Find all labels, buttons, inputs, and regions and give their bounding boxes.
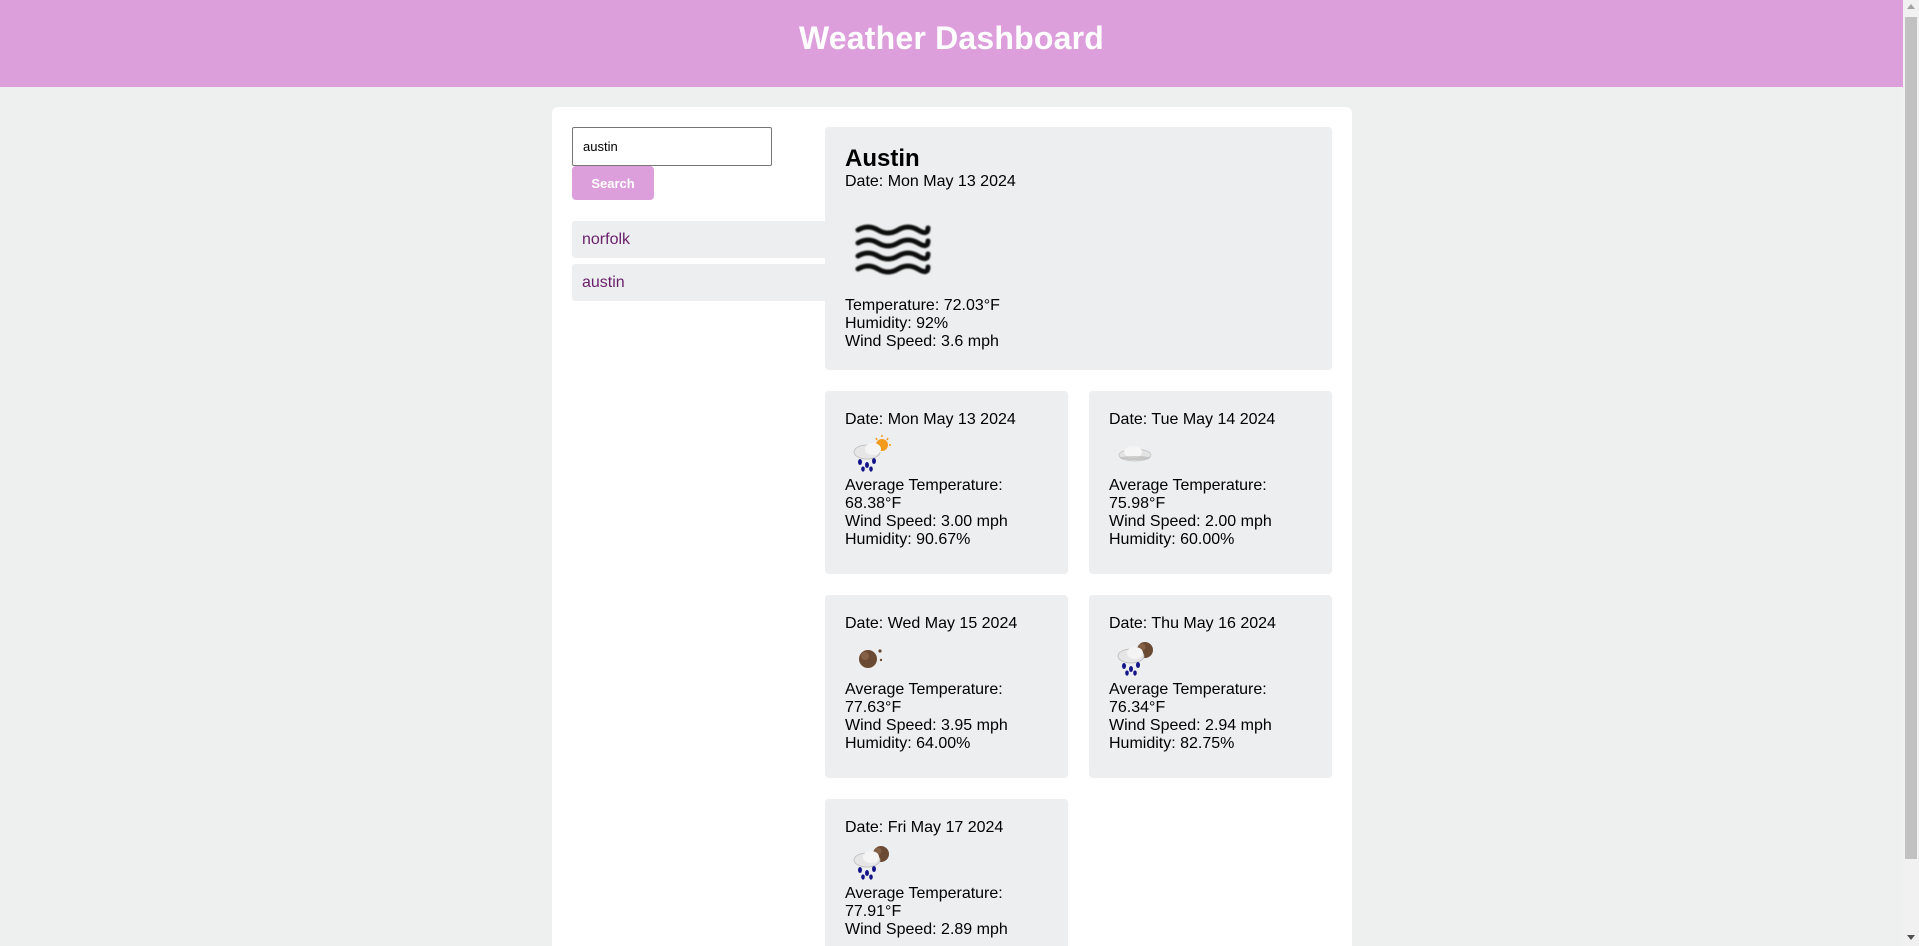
current-humidity: Humidity: 92% [845, 315, 949, 332]
forecast-date: Date: Mon May 13 2024 [845, 411, 1016, 428]
forecast-card: Date: Thu May 16 2024 Average Temperatur… [1089, 595, 1332, 778]
forecast-average-temperature: 76.34°F [1109, 699, 1166, 716]
forecast-date: Date: Thu May 16 2024 [1109, 615, 1276, 632]
rain-moon-icon [1117, 642, 1153, 676]
current-temperature: Temperature: 72.03°F [845, 297, 1000, 314]
forecast-average-temperature-label: Average Temperature: [845, 681, 1003, 698]
scroll-down-arrow-icon[interactable] [1907, 935, 1915, 940]
forecast-wind-speed: Wind Speed: 2.00 mph [1109, 513, 1272, 530]
dashboard-container: Search norfolk austin Austin Date: Mon M… [552, 107, 1352, 946]
rain-sun-icon [853, 435, 891, 472]
forecast-average-temperature: 77.63°F [845, 699, 902, 716]
forecast-wind-speed: Wind Speed: 2.94 mph [1109, 717, 1272, 734]
forecast-humidity: Humidity: 90.67% [845, 531, 971, 548]
rain-moon-icon [853, 846, 889, 880]
forecast-date: Date: Tue May 14 2024 [1109, 411, 1276, 428]
mist-icon [855, 224, 931, 275]
forecast-average-temperature: 75.98°F [1109, 495, 1166, 512]
forecast-card: Date: Wed May 15 2024 Average Temperatur… [825, 595, 1068, 778]
forecast-date: Date: Fri May 17 2024 [845, 819, 1004, 836]
cloud-icon [1118, 446, 1152, 462]
history-item-austin[interactable]: austin [572, 264, 825, 301]
forecast-humidity: Humidity: 64.00% [845, 735, 971, 752]
forecast-wind-speed: Wind Speed: 3.95 mph [845, 717, 1008, 734]
scroll-up-arrow-icon[interactable] [1907, 4, 1915, 9]
page-title: Weather Dashboard [798, 20, 1105, 56]
forecast-humidity: Humidity: 82.75% [1109, 735, 1235, 752]
forecast-wind-speed: Wind Speed: 2.89 mph [845, 921, 1008, 938]
app-header: Weather Dashboard [0, 0, 1903, 87]
forecast-average-temperature: 68.38°F [845, 495, 902, 512]
forecast-average-temperature-label: Average Temperature: [845, 477, 1003, 494]
forecast-card: Date: Mon May 13 2024 Average Temperatur… [825, 391, 1068, 574]
current-city: Austin [845, 145, 920, 172]
history-item-norfolk[interactable]: norfolk [572, 221, 825, 258]
forecast-average-temperature-label: Average Temperature: [1109, 681, 1267, 698]
moon-icon [859, 649, 883, 668]
forecast-average-temperature: 77.91°F [845, 903, 902, 920]
vertical-scrollbar[interactable] [1903, 0, 1919, 946]
forecast-card: Date: Fri May 17 2024 Average Temperatur… [825, 799, 1068, 946]
forecast-card: Date: Tue May 14 2024 Average Temperatur… [1089, 391, 1332, 574]
search-history: norfolk austin [572, 221, 825, 307]
forecast-average-temperature-label: Average Temperature: [1109, 477, 1267, 494]
forecast-humidity: Humidity: 60.00% [1109, 531, 1235, 548]
current-weather-card: Austin Date: Mon May 13 2024 Temperature… [825, 127, 1332, 370]
forecast-average-temperature-label: Average Temperature: [845, 885, 1003, 902]
current-date: Date: Mon May 13 2024 [845, 173, 1016, 190]
forecast-date: Date: Wed May 15 2024 [845, 615, 1018, 632]
current-wind-speed: Wind Speed: 3.6 mph [845, 333, 999, 350]
search-button[interactable]: Search [572, 166, 654, 200]
scrollbar-thumb[interactable] [1905, 17, 1917, 859]
forecast-wind-speed: Wind Speed: 3.00 mph [845, 513, 1008, 530]
search-input[interactable] [572, 127, 772, 166]
